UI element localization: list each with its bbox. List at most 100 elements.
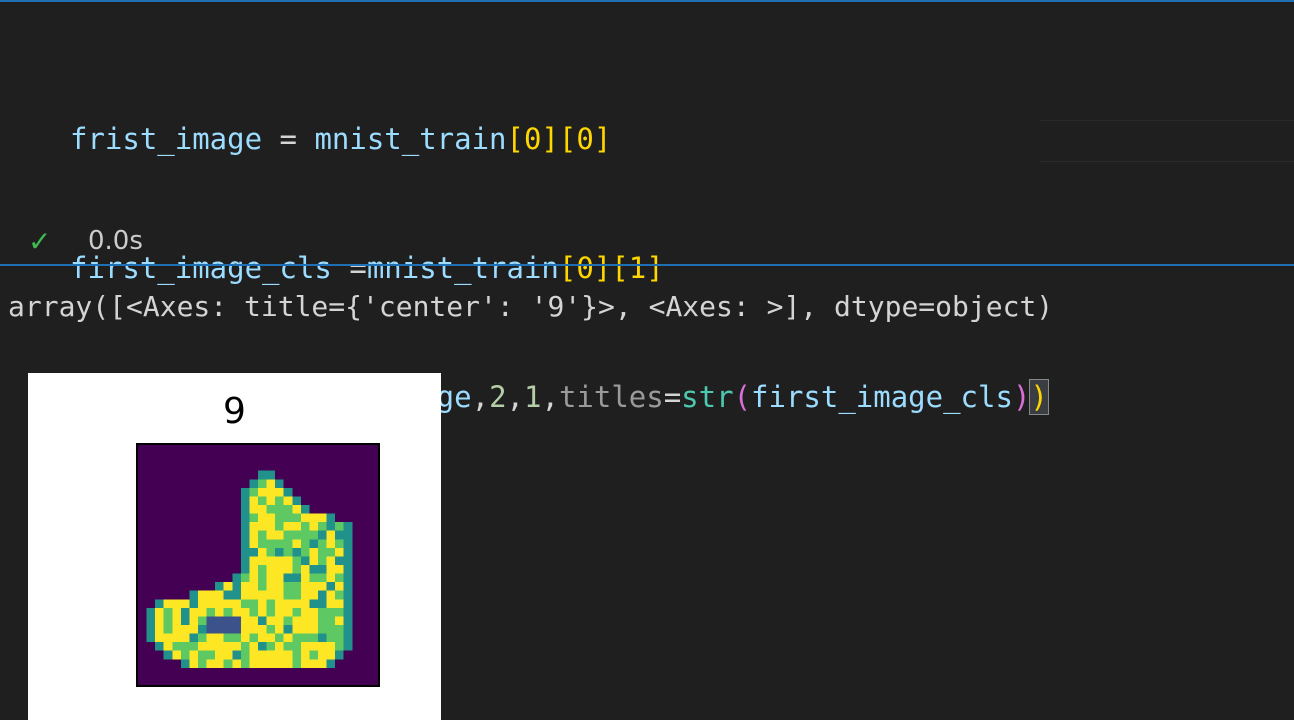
image-pixel bbox=[266, 470, 276, 480]
image-pixel bbox=[275, 590, 284, 600]
image-pixel bbox=[292, 530, 301, 540]
image-pixel bbox=[343, 599, 353, 608]
image-pixel bbox=[300, 547, 310, 557]
image-pixel bbox=[300, 659, 310, 668]
image-pixel bbox=[292, 565, 301, 574]
image-pixel bbox=[335, 642, 344, 651]
image-pixel bbox=[249, 505, 258, 514]
image-pixel bbox=[326, 522, 336, 531]
image-pixel bbox=[240, 633, 250, 643]
output-text[interactable]: array([<Axes: title={'center': '9'}>, <A… bbox=[8, 290, 1053, 323]
image-axes bbox=[136, 443, 380, 687]
image-pixel bbox=[292, 496, 301, 505]
image-pixel bbox=[258, 565, 267, 574]
image-pixel bbox=[258, 522, 267, 531]
image-pixel bbox=[258, 505, 267, 514]
image-pixel bbox=[266, 547, 276, 557]
image-pixel bbox=[240, 565, 250, 574]
image-pixel bbox=[240, 659, 250, 668]
image-pixel bbox=[318, 513, 327, 523]
code-cell[interactable]: frist_image = mnist_train[0][0] first_im… bbox=[0, 0, 1294, 415]
image-pixel bbox=[240, 539, 250, 548]
image-pixel bbox=[335, 539, 344, 548]
image-pixel bbox=[240, 513, 250, 523]
image-pixel bbox=[240, 616, 250, 625]
image-pixel bbox=[232, 650, 241, 660]
image-pixel bbox=[172, 599, 181, 608]
image-pixel bbox=[249, 650, 258, 660]
image-pixel bbox=[258, 650, 267, 660]
image-pixel bbox=[309, 513, 318, 523]
image-pixel bbox=[189, 633, 198, 643]
image-pixel bbox=[206, 607, 216, 617]
image-pixel bbox=[309, 573, 318, 583]
image-pixel bbox=[343, 547, 353, 557]
image-pixel bbox=[326, 607, 336, 617]
image-pixel bbox=[198, 599, 207, 608]
token-comma: , bbox=[471, 380, 490, 414]
image-pixel bbox=[189, 607, 198, 617]
image-pixel bbox=[300, 590, 310, 600]
image-pixel bbox=[309, 642, 318, 651]
image-pixel bbox=[343, 522, 353, 531]
image-pixel bbox=[180, 633, 190, 643]
image-pixel bbox=[258, 625, 267, 634]
image-pixel bbox=[155, 642, 164, 651]
image-pixel bbox=[240, 573, 250, 583]
image-pixel bbox=[232, 573, 241, 583]
code-line-2[interactable]: first_image_cls =mnist_train[0][1] bbox=[70, 247, 1048, 290]
image-pixel bbox=[343, 556, 353, 565]
token-index: [0] bbox=[558, 122, 612, 156]
token-comma: , bbox=[506, 380, 524, 414]
image-pixel bbox=[172, 616, 181, 625]
image-pixel bbox=[189, 590, 198, 600]
image-pixel bbox=[326, 530, 336, 540]
image-pixel bbox=[275, 650, 284, 660]
token-paren: ( bbox=[733, 380, 752, 414]
image-pixel bbox=[266, 479, 276, 488]
image-pixel bbox=[318, 616, 327, 625]
image-pixel bbox=[240, 487, 250, 497]
image-pixel bbox=[326, 625, 336, 634]
image-pixel bbox=[275, 607, 284, 617]
image-pixel bbox=[249, 625, 258, 634]
image-pixel bbox=[155, 599, 164, 608]
image-pixel bbox=[275, 625, 284, 634]
image-pixel bbox=[318, 599, 327, 608]
image-pixel bbox=[266, 582, 276, 591]
image-pixel bbox=[266, 565, 276, 574]
image-pixel bbox=[223, 616, 233, 625]
image-pixel bbox=[292, 650, 301, 660]
image-pixel bbox=[249, 659, 258, 668]
image-pixel bbox=[309, 625, 318, 634]
image-pixel bbox=[258, 642, 267, 651]
current-line-highlight bbox=[1040, 120, 1294, 162]
image-pixel bbox=[206, 599, 216, 608]
image-pixel bbox=[318, 659, 327, 668]
figure[interactable]: 9 bbox=[28, 373, 441, 720]
image-pixel bbox=[326, 547, 336, 557]
image-pixel bbox=[283, 487, 293, 497]
image-pixel bbox=[206, 659, 216, 668]
output-divider bbox=[0, 264, 1294, 266]
image-pixel bbox=[283, 633, 293, 643]
image-pixel bbox=[275, 487, 284, 497]
image-pixel bbox=[275, 479, 284, 488]
image-pixel bbox=[240, 530, 250, 540]
image-pixel bbox=[275, 642, 284, 651]
image-pixel bbox=[155, 633, 164, 643]
image-pixel bbox=[283, 522, 293, 531]
image-pixel bbox=[232, 599, 241, 608]
image-pixel bbox=[258, 513, 267, 523]
code-line-1[interactable]: frist_image = mnist_train[0][0] bbox=[70, 118, 1048, 161]
image-pixel bbox=[266, 522, 276, 531]
image-pixel bbox=[198, 633, 207, 643]
image-pixel bbox=[258, 607, 267, 617]
image-pixel bbox=[343, 642, 353, 651]
image-pixel bbox=[309, 607, 318, 617]
image-pixel bbox=[300, 539, 310, 548]
image-pixel bbox=[258, 599, 267, 608]
image-pixel bbox=[335, 556, 344, 565]
image-pixel bbox=[300, 582, 310, 591]
image-pixel bbox=[180, 616, 190, 625]
